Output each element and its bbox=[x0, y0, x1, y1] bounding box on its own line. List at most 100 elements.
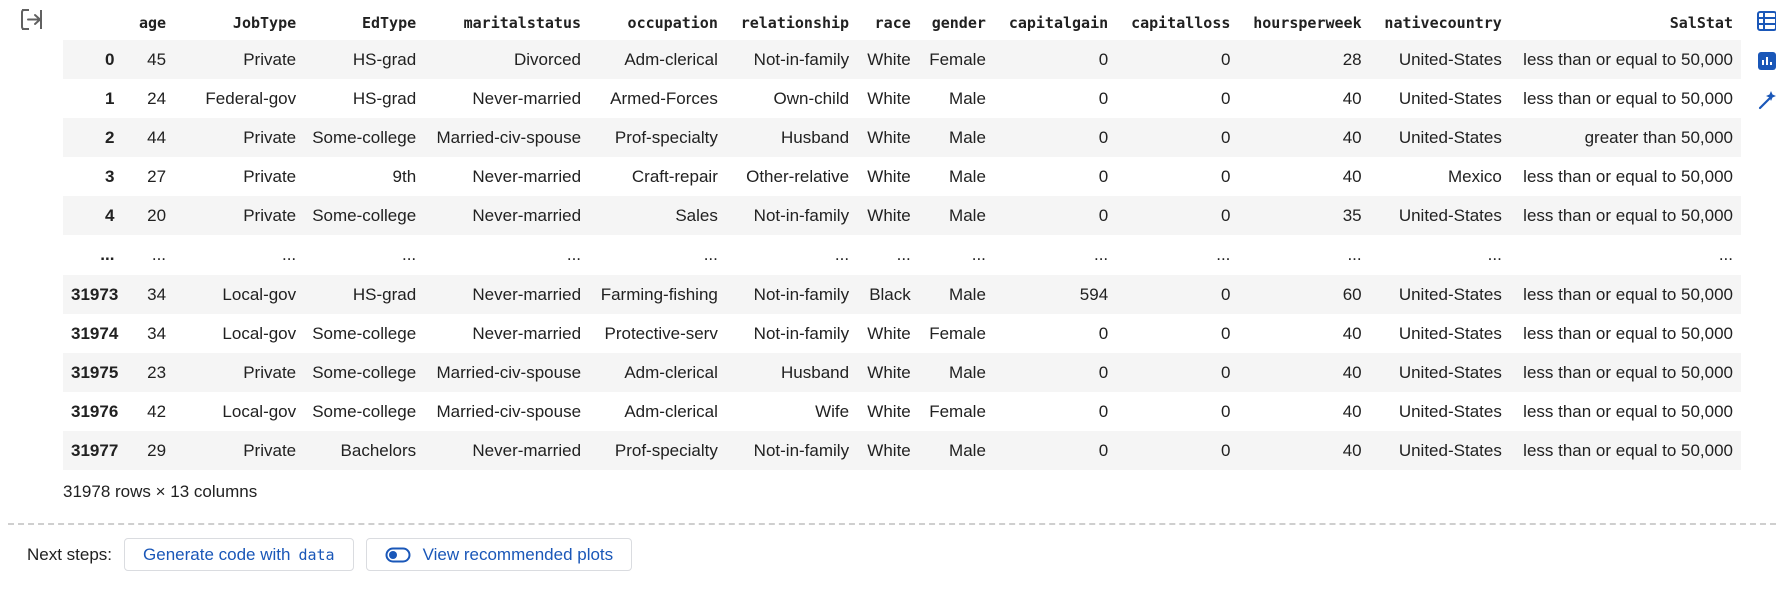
table-cell: United-States bbox=[1398, 323, 1502, 343]
table-cell: Private bbox=[243, 49, 297, 69]
table-cell: 60 bbox=[1342, 284, 1362, 304]
table-icon[interactable] bbox=[1752, 6, 1776, 36]
table-cell: Prof-specialty bbox=[614, 440, 718, 460]
row-index-cell: 0 bbox=[104, 49, 115, 69]
table-cell: ... bbox=[401, 245, 417, 264]
table-cell: 20 bbox=[147, 205, 167, 225]
table-cell: Local-gov bbox=[222, 284, 297, 304]
column-header: maritalstatus bbox=[463, 13, 582, 32]
table-cell: United-States bbox=[1398, 205, 1502, 225]
table-cell: 0 bbox=[1220, 49, 1231, 69]
table-cell: ... bbox=[151, 245, 167, 264]
row-index-cell: 3 bbox=[104, 166, 115, 186]
generate-code-variable: data bbox=[298, 545, 335, 564]
view-recommended-plots-button[interactable]: View recommended plots bbox=[365, 538, 633, 571]
table-cell: United-States bbox=[1398, 127, 1502, 147]
table-cell: Wife bbox=[815, 401, 850, 421]
magic-icon[interactable] bbox=[1752, 86, 1776, 116]
next-steps-bar: Next steps: Generate code with data View… bbox=[27, 537, 633, 572]
table-cell: United-States bbox=[1398, 284, 1502, 304]
table-header-row: age JobType EdType maritalstatus occupation r… bbox=[63, 5, 1741, 40]
table-cell: less than or equal to 50,000 bbox=[1523, 323, 1733, 343]
table-cell: Male bbox=[949, 284, 986, 304]
table-cell: 34 bbox=[147, 284, 167, 304]
table-cell: White bbox=[867, 323, 911, 343]
table-cell: Some-college bbox=[312, 323, 417, 343]
table-cell: ... bbox=[566, 245, 582, 264]
chart-icon[interactable] bbox=[1752, 46, 1776, 76]
column-header: SalStat bbox=[1669, 13, 1733, 32]
table-cell: Married-civ-spouse bbox=[436, 127, 582, 147]
table-cell: Not-in-family bbox=[753, 49, 850, 69]
table-cell: Female bbox=[929, 49, 986, 69]
table-cell: 40 bbox=[1342, 362, 1362, 382]
table-cell: 0 bbox=[1220, 127, 1231, 147]
table-cell: Not-in-family bbox=[753, 284, 850, 304]
table-cell: 0 bbox=[1098, 401, 1109, 421]
column-header: JobType bbox=[232, 13, 297, 32]
table-cell: less than or equal to 50,000 bbox=[1523, 440, 1733, 460]
table-cell: White bbox=[867, 401, 911, 421]
table-cell: Adm-clerical bbox=[624, 49, 718, 69]
table-cell: White bbox=[867, 88, 911, 108]
table-cell: 44 bbox=[147, 127, 167, 147]
column-header: race bbox=[874, 13, 911, 32]
table-cell: 28 bbox=[1342, 49, 1362, 69]
table-cell: United-States bbox=[1398, 362, 1502, 382]
table-cell: 29 bbox=[147, 440, 167, 460]
column-header: occupation bbox=[627, 13, 718, 32]
table-cell: ... bbox=[971, 245, 986, 264]
table-cell: Husband bbox=[781, 127, 850, 147]
table-cell: ... bbox=[281, 245, 297, 264]
dataframe-toolbar bbox=[1748, 0, 1776, 140]
table-cell: 0 bbox=[1220, 362, 1231, 382]
table-cell: 594 bbox=[1079, 284, 1109, 304]
table-cell: Adm-clerical bbox=[624, 362, 718, 382]
table-cell: 40 bbox=[1342, 127, 1362, 147]
table-cell: Armed-Forces bbox=[610, 88, 718, 108]
table-cell: Not-in-family bbox=[753, 205, 850, 225]
table-cell: Male bbox=[949, 362, 986, 382]
output-toggle-icon[interactable] bbox=[20, 8, 46, 32]
table-cell: Married-civ-spouse bbox=[436, 362, 582, 382]
table-cell: 9th bbox=[392, 166, 417, 186]
table-cell: Prof-specialty bbox=[614, 127, 718, 147]
table-cell: Craft-repair bbox=[631, 166, 718, 186]
table-row: 3 27 Private 9th Never-married Craft-repair Ot… bbox=[63, 157, 1741, 196]
table-body: 0 45 Private HS-grad Divorced Adm-clerical Not… bbox=[63, 40, 1741, 470]
generate-code-label: Generate code with bbox=[143, 544, 291, 564]
column-header: hoursperweek bbox=[1253, 13, 1362, 32]
table-cell: 0 bbox=[1220, 401, 1231, 421]
table-cell: Farming-fishing bbox=[600, 284, 718, 304]
row-index-cell: 31973 bbox=[71, 284, 119, 304]
generate-code-button[interactable]: Generate code with data bbox=[124, 538, 354, 571]
dataframe-table: age JobType EdType maritalstatus occupation r… bbox=[63, 5, 1741, 470]
table-cell: Some-college bbox=[312, 401, 417, 421]
table-row: ........................................… bbox=[63, 235, 1741, 275]
table-cell: Mexico bbox=[1447, 166, 1502, 186]
table-cell: HS-grad bbox=[352, 88, 417, 108]
table-cell: 0 bbox=[1098, 362, 1109, 382]
table-cell: 40 bbox=[1342, 440, 1362, 460]
column-header: EdType bbox=[361, 13, 417, 32]
table-row: 31977 29 Private Bachelors Never-married Prof… bbox=[63, 431, 1741, 470]
table-cell: United-States bbox=[1398, 49, 1502, 69]
table-cell: less than or equal to 50,000 bbox=[1523, 205, 1733, 225]
table-cell: ... bbox=[1347, 245, 1362, 264]
table-cell: Other-relative bbox=[746, 166, 850, 186]
table-cell: less than or equal to 50,000 bbox=[1523, 362, 1733, 382]
table-cell: ... bbox=[1487, 245, 1502, 264]
table-cell: Private bbox=[243, 205, 297, 225]
table-cell: White bbox=[867, 127, 911, 147]
table-cell: ... bbox=[834, 245, 850, 264]
table-cell: 0 bbox=[1220, 166, 1231, 186]
table-cell: Never-married bbox=[472, 88, 582, 108]
table-cell: United-States bbox=[1398, 88, 1502, 108]
table-cell: United-States bbox=[1398, 440, 1502, 460]
table-cell: Never-married bbox=[472, 440, 582, 460]
table-cell: 23 bbox=[147, 362, 167, 382]
table-cell: ... bbox=[1093, 245, 1109, 264]
row-index-cell: 31977 bbox=[71, 440, 119, 460]
table-cell: 35 bbox=[1342, 205, 1362, 225]
table-cell: 0 bbox=[1098, 88, 1109, 108]
